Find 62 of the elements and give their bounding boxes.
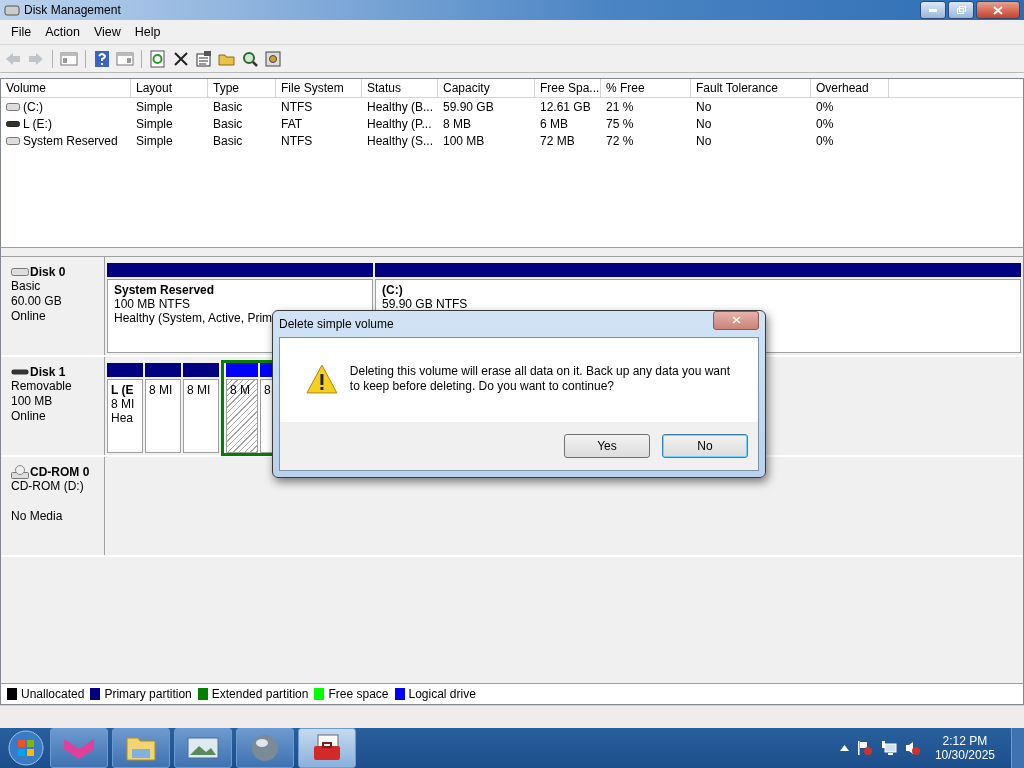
partition-info: Hea — [111, 411, 133, 425]
partition-title: (C:) — [382, 283, 403, 297]
partition-info: Healthy (System, Active, Prim — [114, 311, 273, 325]
dialog-message: Deleting this volume will erase all data on it. Back up any data you want to keep before deleting. Do you want to continue? — [349, 364, 732, 394]
window-title: Disk Management — [24, 3, 121, 17]
partition-info: 8 — [264, 383, 271, 397]
table-cell-text: 59.90 GB — [442, 99, 495, 114]
legend-label: Logical drive — [408, 687, 476, 701]
partition-title: L (E — [111, 383, 134, 397]
table-cell-text: No — [695, 116, 713, 131]
table-cell-text: 100 MB — [442, 133, 486, 148]
partition-info: 100 MB NTFS — [114, 297, 191, 311]
table-cell-text: Simple — [135, 133, 174, 148]
table-cell-text: 12.61 GB — [539, 99, 592, 114]
table-cell-text: Healthy (S... — [366, 133, 435, 148]
table-cell-text: Basic — [212, 99, 244, 114]
table-cell: System Reserved — [23, 133, 118, 148]
legend-label: Unallocated — [21, 687, 85, 701]
table-cell-text: NTFS — [280, 99, 314, 114]
legend-label: Primary partition — [104, 687, 192, 701]
legend-label: Extended partition — [211, 687, 309, 701]
disk-info: 100 MB — [11, 394, 54, 409]
partition-info: 59.90 GB NTFS — [382, 297, 468, 311]
table-cell: (C:) — [23, 99, 43, 114]
partition-info: 8 MI — [149, 383, 173, 397]
disk-info: No Media — [11, 509, 64, 524]
table-cell-text: Simple — [135, 99, 174, 114]
disk-info: CD-ROM (D:) — [11, 479, 85, 494]
disk-info: Removable — [11, 379, 73, 394]
table-cell-text: 8 MB — [442, 116, 472, 131]
table-cell-text: 75 % — [605, 116, 635, 131]
table-cell-text: 0% — [815, 133, 835, 148]
table-cell-text: Healthy (B... — [366, 99, 435, 114]
disk-name: CD-ROM 0 — [30, 465, 90, 479]
table-cell-text: 72 MB — [539, 133, 576, 148]
date-text: 10/30/2025 — [934, 748, 995, 762]
disk-name: Disk 0 — [30, 265, 66, 279]
partition-info: 8 MI — [187, 383, 211, 397]
disk-info: Online — [11, 409, 47, 424]
table-cell-text: 6 MB — [539, 116, 569, 131]
table-cell: L (E:) — [23, 116, 52, 131]
disk-info: Basic — [11, 279, 42, 294]
table-cell-text: 72 % — [605, 133, 635, 148]
table-cell-text: No — [695, 99, 713, 114]
table-cell-text: Simple — [135, 116, 174, 131]
table-cell-text: FAT — [280, 116, 304, 131]
disk-info: 60.00 GB — [11, 294, 63, 309]
table-cell-text: 0% — [815, 99, 835, 114]
table-cell-text: No — [695, 133, 713, 148]
partition-title: System Reserved — [114, 283, 215, 297]
disk-info: Online — [11, 309, 47, 324]
table-cell-text: 21 % — [605, 99, 635, 114]
disk-name: Disk 1 — [30, 365, 66, 379]
table-cell-text: Basic — [212, 133, 244, 148]
time-text: 2:12 PM — [942, 734, 988, 748]
legend-label: Free space — [328, 687, 389, 701]
table-cell-text: Healthy (P... — [366, 116, 433, 131]
table-cell-text: Basic — [212, 116, 244, 131]
table-cell-text: 0% — [815, 116, 835, 131]
partition-info: 8 MI — [111, 397, 135, 411]
partition-info: 8 M — [230, 383, 250, 397]
table-cell-text: NTFS — [280, 133, 314, 148]
